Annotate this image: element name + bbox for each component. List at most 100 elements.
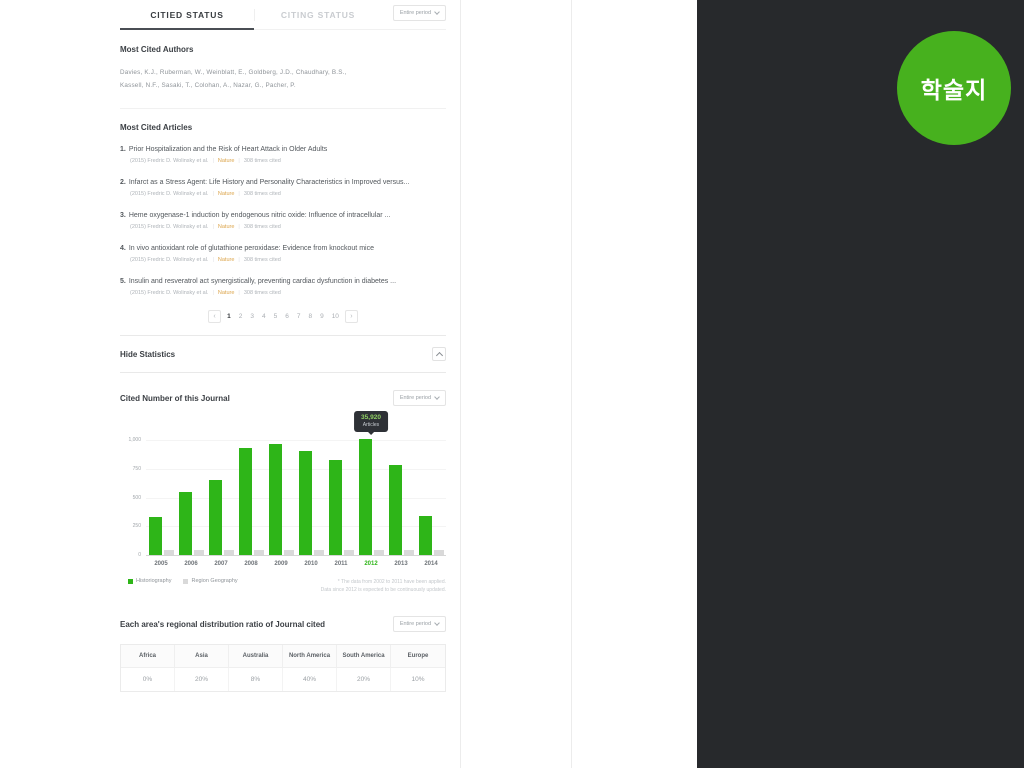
article-list-item[interactable]: 2. Infarct as a Stress Agent: Life Histor…: [120, 178, 446, 197]
chart-tooltip: 35,920 Articles: [354, 411, 388, 432]
article-list-item[interactable]: 5. Insulin and resveratrol act synergisti…: [120, 277, 446, 296]
chart-bar-group-2010[interactable]: [296, 451, 326, 555]
region-value-south-america: 20%: [337, 668, 391, 691]
chart-x-label-2011: 2011: [334, 561, 348, 567]
chart-bar-region-geography[interactable]: [433, 549, 444, 555]
article-title: 3. Heme oxygenase-1 induction by endogeno…: [120, 212, 391, 219]
article-meta: (2015) Fredric D. Wolinsky et al. | Nature…: [130, 224, 446, 230]
pagination-page-4[interactable]: 4: [260, 313, 268, 320]
chart-bar-historiography[interactable]: [328, 460, 342, 555]
chart-bar-group-2007[interactable]: [206, 479, 236, 555]
article-rank: 3.: [120, 212, 126, 219]
pagination-page-1[interactable]: 1: [225, 313, 233, 320]
article-meta-part: 308 times cited: [243, 191, 281, 197]
chart-bar-region-geography[interactable]: [343, 549, 354, 555]
chart-bar-historiography[interactable]: [298, 451, 312, 555]
article-title: 2. Infarct as a Stress Agent: Life Histor…: [120, 179, 410, 186]
chart-bar-historiography[interactable]: [418, 516, 432, 555]
chart-bar-group-2012[interactable]: [356, 439, 386, 555]
chart-footnote-line-1: * The data from 2002 to 2011 have been a…: [337, 579, 446, 585]
chart-y-tick-label: 0: [138, 552, 141, 558]
chart-legend-row: Historiography Region Geography * The dat…: [120, 578, 446, 594]
pagination-page-6[interactable]: 6: [283, 313, 291, 320]
chart-legend: Historiography Region Geography: [128, 578, 238, 584]
article-meta-part: |: [238, 191, 240, 197]
article-title: 5. Insulin and resveratrol act synergisti…: [120, 278, 397, 285]
chart-x-label-2007: 2007: [214, 561, 228, 567]
chart-bar-historiography[interactable]: [238, 448, 252, 555]
chart-bar-region-geography[interactable]: [163, 549, 174, 555]
chart-bar-region-geography[interactable]: [403, 549, 414, 555]
article-meta-part: |: [212, 224, 214, 230]
journal-badge-label: 학술지: [920, 77, 988, 103]
period-dropdown-table[interactable]: Entire period: [392, 616, 446, 632]
article-meta: (2015) Fredric D. Wolinsky et al. | Nature…: [130, 257, 446, 263]
chart-bar-region-geography[interactable]: [193, 549, 204, 555]
article-meta-part: (2015) Fredric D. Wolinsky et al.: [130, 257, 209, 263]
chart-bar-region-geography[interactable]: [223, 549, 234, 555]
pagination-page-2[interactable]: 2: [237, 313, 245, 320]
articles-list: 1. Prior Hospitalization and the Risk of …: [120, 145, 446, 296]
statistics-toggle-row: Hide Statistics: [120, 335, 446, 373]
article-list-item[interactable]: 1. Prior Hospitalization and the Risk of …: [120, 145, 446, 164]
region-column-asia: Asia: [175, 645, 229, 668]
pagination-page-10[interactable]: 10: [330, 313, 341, 320]
chart-bar-historiography[interactable]: [178, 491, 192, 555]
tab-citing-status[interactable]: CITING STATUS: [255, 0, 381, 30]
chart-bar-historiography[interactable]: [358, 439, 372, 555]
chart-bar-group-2011[interactable]: [326, 460, 356, 555]
collapse-statistics-button[interactable]: [432, 347, 446, 361]
chart-footnote: * The data from 2002 to 2011 have been a…: [321, 578, 446, 594]
pagination-page-7[interactable]: 7: [295, 313, 303, 320]
chevron-down-icon: [434, 9, 440, 15]
pagination-page-5[interactable]: 5: [272, 313, 280, 320]
pagination-next-button[interactable]: ›: [344, 310, 358, 323]
article-meta: (2015) Fredric D. Wolinsky et al. | Nature…: [130, 158, 446, 164]
pagination-page-9[interactable]: 9: [318, 313, 326, 320]
chart-plot-area: 1,000 750 500 250 0 35,920 Articles: [128, 411, 446, 558]
authors-line-1: Davies, K.J., Ruberman, W., Weinblatt, E…: [120, 69, 347, 76]
pagination-page-8[interactable]: 8: [306, 313, 314, 320]
chart-bar-group-2014[interactable]: [416, 516, 446, 555]
chart-bar-region-geography[interactable]: [253, 549, 264, 555]
period-dropdown-chart[interactable]: Entire period: [392, 390, 446, 406]
region-value-australia: 8%: [229, 668, 283, 691]
chart-bar-group-2006[interactable]: [176, 491, 206, 555]
legend-item-historiography: Historiography: [128, 578, 171, 584]
article-meta-part: |: [238, 290, 240, 296]
pagination-prev-button[interactable]: ‹: [208, 310, 222, 323]
authors-line-2: Kassell, N.F., Sasaki, T., Colohan, A., …: [120, 82, 296, 89]
chart-bar-group-2005[interactable]: [146, 516, 176, 555]
chart-bar-historiography[interactable]: [148, 516, 162, 555]
region-column-africa: Africa: [121, 645, 175, 668]
pagination-page-3[interactable]: 3: [248, 313, 256, 320]
period-dropdown-top[interactable]: Entire period: [392, 5, 446, 21]
most-cited-articles-title: Most Cited Articles: [120, 123, 193, 132]
chart-bar-region-geography[interactable]: [313, 549, 324, 555]
article-journal: Nature: [217, 290, 235, 296]
legend-label: Historiography: [136, 578, 172, 584]
chart-bar-group-2008[interactable]: [236, 448, 266, 555]
article-meta-part: (2015) Fredric D. Wolinsky et al.: [130, 290, 209, 296]
period-dropdown-top-label: Entire period: [399, 10, 431, 16]
chart-x-label-2009: 2009: [274, 561, 288, 567]
article-list-item[interactable]: 3. Heme oxygenase-1 induction by endogeno…: [120, 211, 446, 230]
chart-bar-region-geography[interactable]: [373, 549, 384, 555]
article-meta-part: |: [212, 290, 214, 296]
article-list-item[interactable]: 4. In vivo antioxidant role of glutathion…: [120, 244, 446, 263]
article-meta-part: |: [238, 257, 240, 263]
chart-bar-group-2009[interactable]: [266, 444, 296, 555]
tab-cited-status[interactable]: CITIED STATUS: [120, 0, 254, 30]
chart-bar-historiography[interactable]: [268, 444, 282, 555]
chart-x-label-2012: 2012: [364, 561, 378, 567]
chart-bar-group-2013[interactable]: [386, 464, 416, 555]
article-meta-part: |: [238, 158, 240, 164]
regional-distribution-table: Africa Asia Australia North America South Am…: [120, 644, 446, 692]
chart-bar-historiography[interactable]: [388, 464, 402, 555]
chart-x-label-2014: 2014: [424, 561, 438, 567]
chart-x-axis-labels: 2005 2006 2007 2008 2009 2010 2011 2012 2013 2014: [146, 561, 446, 567]
chart-x-label-2005: 2005: [154, 561, 168, 567]
chart-bar-historiography[interactable]: [208, 479, 222, 555]
chart-bar-region-geography[interactable]: [283, 549, 294, 555]
chart-header: Cited Number of this Journal Entire peri…: [120, 390, 446, 406]
